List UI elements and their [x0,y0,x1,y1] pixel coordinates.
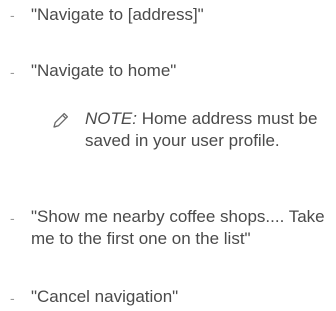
list-item-navigate-home: "Navigate to home" [31,61,177,80]
pencil-icon [51,110,71,130]
list-item-coffee-shops: "Show me nearby coffee shops.... Take me… [31,207,325,248]
document-page: - "Navigate to [address]" - "Navigate to… [0,0,336,311]
note-callout: NOTE: Home address must be saved in your… [53,108,325,152]
list-bullet: - [10,64,15,80]
list-item-cancel-navigation: "Cancel navigation" [31,287,179,306]
list-bullet: - [10,7,15,23]
list-item-navigate-address: "Navigate to [address]" [31,5,204,24]
list-bullet: - [10,210,15,226]
list-bullet: - [10,290,15,306]
note-label: NOTE: [85,109,137,128]
note-text-block: NOTE: Home address must be saved in your… [85,108,325,152]
